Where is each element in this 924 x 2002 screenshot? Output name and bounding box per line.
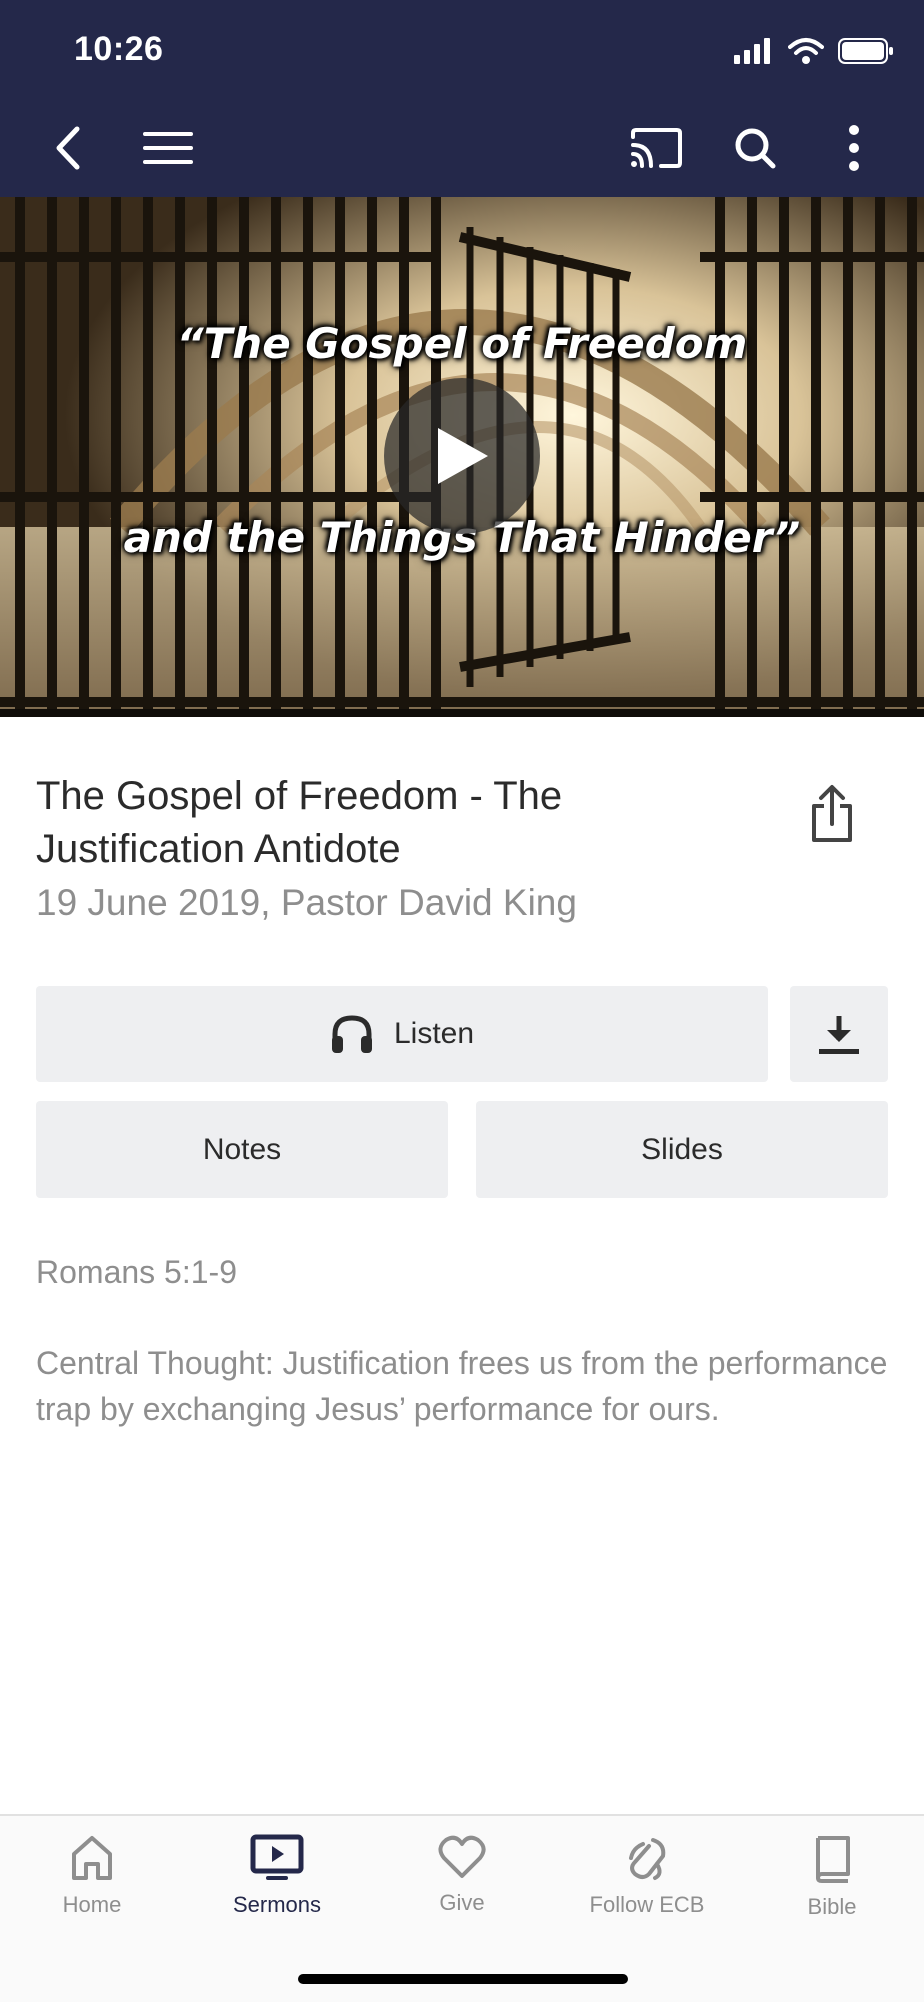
search-icon [735, 128, 776, 169]
tab-follow-ecb[interactable]: Follow ECB [555, 1834, 739, 1944]
tab-sermons[interactable]: Sermons [185, 1834, 369, 1944]
back-button[interactable] [32, 112, 104, 184]
listen-label: Listen [393, 1017, 475, 1050]
download-button[interactable] [790, 986, 888, 1082]
tab-follow-ecb-label: Follow ECB [589, 1892, 705, 1917]
chevron-left-icon [56, 126, 80, 170]
home-indicator [298, 1974, 628, 1984]
share-button[interactable] [800, 776, 864, 852]
more-button[interactable] [818, 112, 890, 184]
app-header: 10:26 [0, 0, 924, 197]
tab-give[interactable]: Give [370, 1834, 554, 1944]
tab-home[interactable]: Home [0, 1834, 184, 1944]
wifi-icon [788, 38, 824, 64]
more-vertical-icon [849, 125, 859, 171]
tab-bible[interactable]: Bible [740, 1834, 924, 1944]
signal-icon [734, 38, 770, 64]
cast-button[interactable] [620, 112, 692, 184]
tab-give-label: Give [439, 1890, 485, 1915]
sermon-title: The Gospel of Freedom - The Justificatio… [36, 774, 563, 871]
scripture-reference: Romans 5:1-9 [36, 1254, 237, 1290]
play-icon [438, 428, 488, 484]
search-button[interactable] [719, 112, 791, 184]
notes-button[interactable]: Notes [36, 1101, 448, 1198]
tab-sermons-label: Sermons [232, 1892, 322, 1917]
heart-icon [438, 1835, 486, 1878]
notes-label: Notes [202, 1132, 282, 1166]
tv-play-icon [250, 1834, 304, 1880]
tab-bible-label: Bible [807, 1894, 857, 1919]
book-icon [816, 1836, 850, 1883]
headphones-icon [331, 1015, 372, 1053]
home-icon [72, 1836, 112, 1880]
status-time: 10:26 [74, 30, 164, 68]
tab-home-label: Home [62, 1892, 122, 1917]
share-icon [812, 785, 852, 842]
cast-icon [631, 128, 682, 168]
listen-button[interactable]: Listen [36, 986, 768, 1082]
follow-icon [629, 1838, 666, 1880]
slides-label: Slides [641, 1132, 723, 1166]
status-icons [734, 36, 894, 66]
battery-icon [838, 38, 893, 64]
thumbnail-title-line-1: “The Gospel of Freedom [176, 319, 748, 368]
download-icon [819, 1016, 859, 1054]
slides-button[interactable]: Slides [476, 1101, 888, 1198]
sermon-description: Central Thought: Justification frees us … [36, 1345, 888, 1427]
play-button[interactable] [384, 378, 540, 534]
hamburger-menu-icon [143, 132, 193, 164]
menu-button[interactable] [132, 112, 204, 184]
sermon-date-speaker: 19 June 2019, Pastor David King [36, 882, 577, 923]
